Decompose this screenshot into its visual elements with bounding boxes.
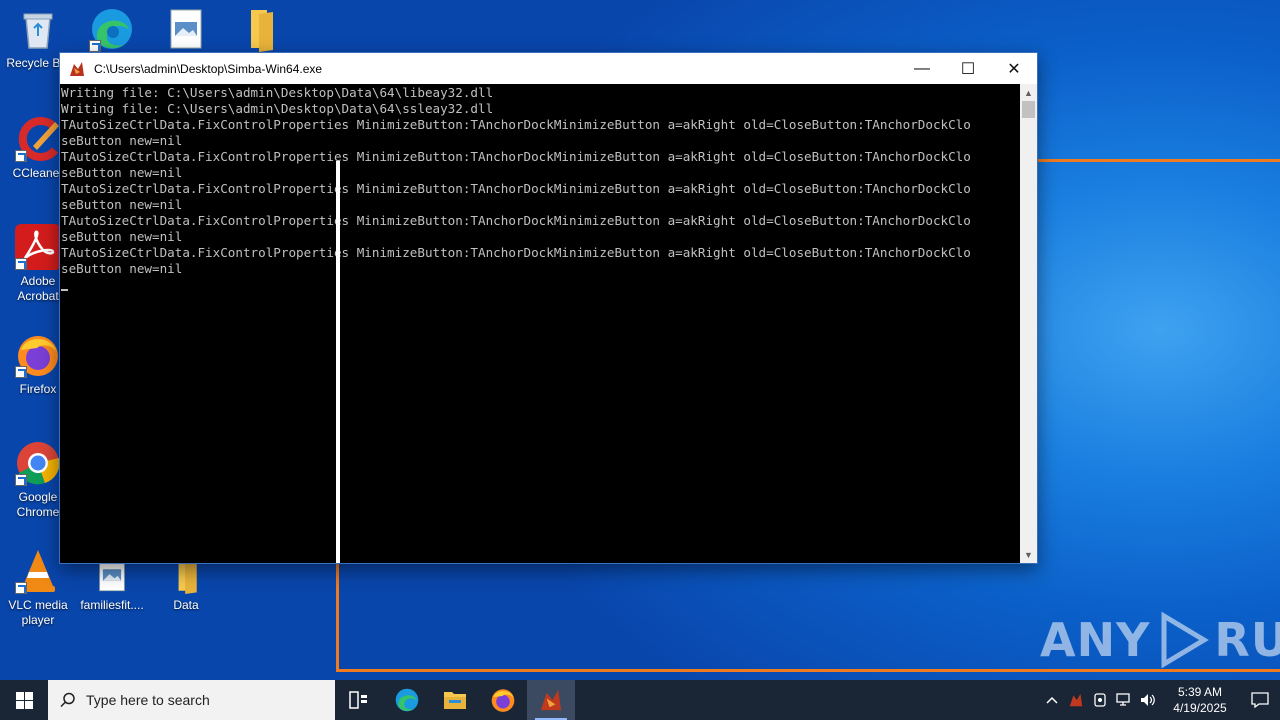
console-line: TAutoSizeCtrlData.FixControlProperties M… — [61, 117, 971, 132]
task-view-icon — [349, 691, 367, 709]
image-file-icon — [163, 6, 209, 52]
desktop-icon-image-file[interactable] — [148, 6, 224, 56]
scroll-down-icon[interactable]: ▼ — [1020, 546, 1037, 563]
desktop-icon-label: VLC media player — [8, 598, 68, 627]
minimize-button[interactable]: — — [899, 53, 945, 84]
desktop-icon-folder[interactable] — [222, 6, 298, 56]
system-tray: 5:39 AM 4/19/2025 — [1040, 680, 1280, 720]
maximize-button[interactable]: ☐ — [945, 53, 991, 84]
taskbar-firefox[interactable] — [479, 680, 527, 720]
shortcut-arrow-icon — [89, 40, 101, 52]
console-line: TAutoSizeCtrlData.FixControlProperties M… — [61, 181, 971, 196]
windows-logo-icon — [15, 691, 33, 709]
adobe-acrobat-icon — [15, 224, 61, 270]
file-explorer-icon — [444, 692, 466, 709]
console-line: seButton new=nil — [61, 165, 183, 180]
ccleaner-icon — [15, 116, 61, 162]
console-line: Writing file: C:\Users\admin\Desktop\Dat… — [61, 101, 494, 116]
search-icon — [60, 692, 75, 708]
edge-icon — [395, 688, 419, 712]
volume-icon[interactable] — [1136, 680, 1160, 720]
desktop-icon-data-folder[interactable]: Data — [148, 556, 224, 613]
taskbar-edge[interactable] — [383, 680, 431, 720]
clock-date: 4/19/2025 — [1173, 701, 1227, 715]
console-line: seButton new=nil — [61, 229, 183, 244]
desktop-icon-familiesfit[interactable]: familiesfit.... — [74, 556, 150, 613]
taskbar-simba[interactable] — [527, 680, 575, 720]
console-line: seButton new=nil — [61, 197, 183, 212]
edge-icon — [89, 6, 135, 52]
shortcut-arrow-icon — [15, 582, 27, 594]
clock-time: 5:39 AM — [1177, 685, 1223, 699]
taskbar-file-explorer[interactable] — [431, 680, 479, 720]
console-line: TAutoSizeCtrlData.FixControlProperties M… — [61, 245, 971, 260]
notification-icon — [1251, 692, 1269, 708]
search-placeholder: Type here to search — [86, 692, 210, 708]
scroll-up-icon[interactable]: ▲ — [1020, 84, 1037, 101]
desktop-icon-label: Data — [173, 598, 199, 612]
console-line: seButton new=nil — [61, 133, 183, 148]
console-line: Writing file: C:\Users\admin\Desktop\Dat… — [61, 85, 494, 100]
scroll-thumb[interactable] — [1022, 101, 1035, 118]
recycle-bin-icon — [15, 6, 61, 52]
chevron-up-icon[interactable] — [1040, 680, 1064, 720]
vlc-icon — [15, 548, 61, 594]
console-output[interactable]: Writing file: C:\Users\admin\Desktop\Dat… — [60, 84, 1020, 563]
anyrun-watermark: ANY RUN — [1040, 612, 1280, 668]
chrome-icon — [15, 440, 61, 486]
folder-icon — [237, 6, 283, 52]
simba-app-icon — [68, 59, 86, 78]
white-frame-overlay — [336, 161, 340, 563]
console-window[interactable]: C:\Users\admin\Desktop\Simba-Win64.exe —… — [59, 52, 1038, 564]
simba-tray-icon[interactable] — [1064, 680, 1088, 720]
play-logo-icon — [1161, 612, 1210, 668]
console-line: TAutoSizeCtrlData.FixControlProperties M… — [61, 213, 971, 228]
device-icon[interactable] — [1088, 680, 1112, 720]
shortcut-arrow-icon — [15, 474, 27, 486]
console-line: TAutoSizeCtrlData.FixControlProperties M… — [61, 149, 971, 164]
desktop-icon-label: familiesfit.... — [80, 598, 144, 612]
taskbar: Type here to search 5:39 AM 4/19/2025 — [0, 680, 1280, 720]
notification-center-button[interactable] — [1240, 680, 1280, 720]
watermark-text-left: ANY — [1040, 613, 1151, 667]
firefox-icon — [491, 689, 515, 712]
taskbar-clock[interactable]: 5:39 AM 4/19/2025 — [1164, 684, 1236, 716]
start-button[interactable] — [0, 680, 48, 720]
shortcut-arrow-icon — [15, 366, 27, 378]
desktop-icon-edge[interactable] — [74, 6, 150, 56]
shortcut-arrow-icon — [15, 258, 27, 270]
console-cursor — [61, 289, 68, 291]
vertical-scrollbar[interactable]: ▲ ▼ — [1020, 84, 1037, 563]
window-title: C:\Users\admin\Desktop\Simba-Win64.exe — [94, 61, 323, 76]
taskbar-search-box[interactable]: Type here to search — [48, 680, 335, 720]
close-button[interactable]: ✕ — [991, 53, 1037, 84]
firefox-icon — [15, 332, 61, 378]
console-line: seButton new=nil — [61, 261, 183, 276]
simba-app-icon — [540, 689, 562, 711]
network-icon[interactable] — [1112, 680, 1136, 720]
window-titlebar[interactable]: C:\Users\admin\Desktop\Simba-Win64.exe —… — [60, 53, 1037, 84]
task-view-button[interactable] — [335, 680, 383, 720]
shortcut-arrow-icon — [15, 150, 27, 162]
watermark-text-right: RUN — [1214, 613, 1280, 667]
